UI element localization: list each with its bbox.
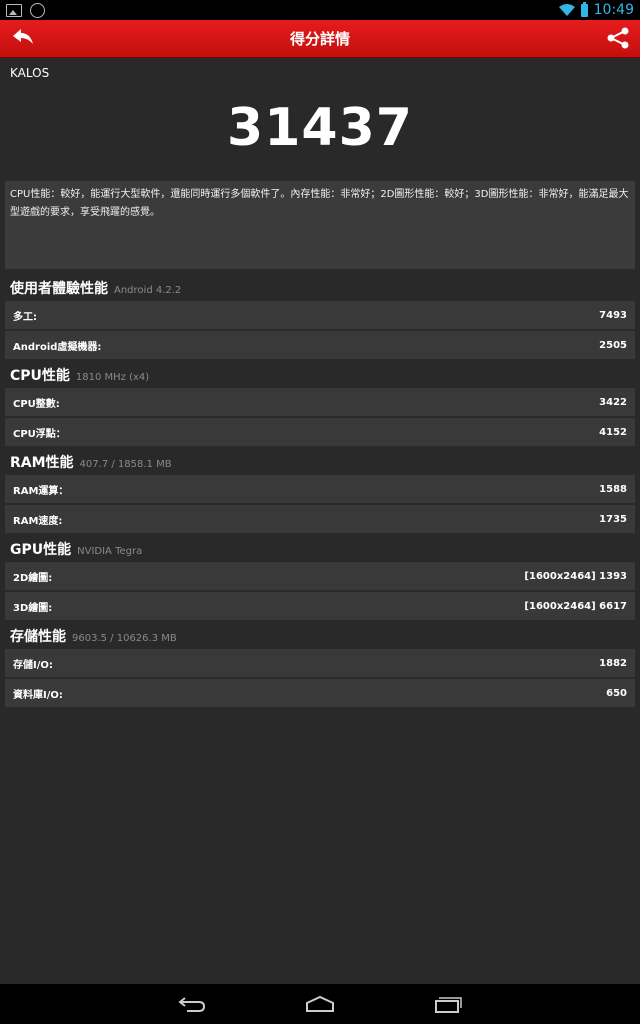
- row-value: 3422: [599, 396, 627, 408]
- nav-back-button[interactable]: [176, 993, 208, 1015]
- total-score: 31437: [227, 98, 413, 158]
- table-row: 存儲I/O: 1882: [5, 649, 635, 678]
- nav-recent-apps-button[interactable]: [432, 993, 464, 1015]
- device-name: KALOS: [10, 66, 50, 80]
- row-label: 資料庫I/O:: [13, 689, 63, 701]
- table-row: Android虛擬機器: 2505: [5, 331, 635, 360]
- battery-icon: [580, 1, 588, 17]
- section-header-ram: RAM性能 407.7 / 1858.1 MB: [10, 452, 172, 474]
- section-header-ux: 使用者體驗性能 Android 4.2.2: [10, 278, 181, 300]
- row-label: RAM運算：: [13, 485, 69, 497]
- section-subtitle: 407.7 / 1858.1 MB: [79, 459, 172, 470]
- section-title: 使用者體驗性能: [10, 281, 108, 297]
- wifi-icon: [558, 4, 575, 16]
- table-row: CPU整數: 3422: [5, 388, 635, 417]
- section-header-cpu: CPU性能 1810 MHz (x4): [10, 365, 149, 387]
- row-label: 2D繪圖:: [13, 572, 53, 584]
- row-value: [1600x2464] 6617: [524, 600, 627, 612]
- image-notification-icon: [6, 3, 22, 17]
- status-time: 10:49: [593, 2, 634, 18]
- row-value: 4152: [599, 426, 627, 438]
- row-label: 存儲I/O:: [13, 659, 53, 671]
- row-label: CPU整數:: [13, 398, 60, 410]
- row-label: Android虛擬機器:: [13, 341, 102, 353]
- table-row: RAM速度: 1735: [5, 505, 635, 534]
- section-header-storage: 存儲性能 9603.5 / 10626.3 MB: [10, 626, 177, 648]
- row-value: 1735: [599, 513, 627, 525]
- row-value: 1588: [599, 483, 627, 495]
- section-subtitle: Android 4.2.2: [114, 285, 182, 296]
- back-arrow-icon[interactable]: [10, 26, 36, 50]
- section-title: RAM性能: [10, 455, 74, 471]
- section-subtitle: 1810 MHz (x4): [75, 372, 150, 383]
- row-label: 3D繪圖:: [13, 602, 53, 614]
- row-label: RAM速度:: [13, 515, 63, 527]
- app-notification-icon: [30, 2, 45, 18]
- page-title: 得分詳情: [289, 30, 350, 48]
- row-value: 1882: [599, 657, 627, 669]
- section-title: CPU性能: [10, 368, 70, 384]
- row-value: 2505: [599, 339, 627, 351]
- nav-recent-apps-icon: [435, 997, 462, 1013]
- action-bar: 得分詳情: [0, 20, 640, 58]
- section-header-gpu: GPU性能 NVIDIA Tegra: [10, 539, 142, 561]
- nav-home-icon: [306, 995, 334, 1012]
- section-title: GPU性能: [10, 542, 72, 558]
- section-title: 存儲性能: [10, 629, 66, 645]
- section-subtitle: NVIDIA Tegra: [77, 546, 143, 557]
- status-bar: 10:49: [0, 0, 640, 20]
- score-description: CPU性能：較好，能運行大型軟件，還能同時運行多個軟件了。內存性能：非常好；2D…: [5, 181, 635, 269]
- table-row: CPU浮點： 4152: [5, 418, 635, 447]
- section-subtitle: 9603.5 / 10626.3 MB: [72, 633, 177, 644]
- row-label: 多工:: [13, 311, 37, 323]
- table-row: 3D繪圖: [1600x2464] 6617: [5, 592, 635, 621]
- row-label: CPU浮點：: [13, 428, 66, 440]
- row-value: 650: [606, 687, 627, 699]
- table-row: 多工: 7493: [5, 301, 635, 330]
- share-icon[interactable]: [606, 26, 630, 50]
- row-value: 7493: [599, 309, 627, 321]
- navigation-bar: [0, 984, 640, 1024]
- table-row: RAM運算： 1588: [5, 475, 635, 504]
- nav-home-button[interactable]: [304, 993, 336, 1015]
- table-row: 資料庫I/O: 650: [5, 679, 635, 708]
- table-row: 2D繪圖: [1600x2464] 1393: [5, 562, 635, 591]
- nav-back-icon: [178, 997, 206, 1012]
- row-value: [1600x2464] 1393: [524, 570, 627, 582]
